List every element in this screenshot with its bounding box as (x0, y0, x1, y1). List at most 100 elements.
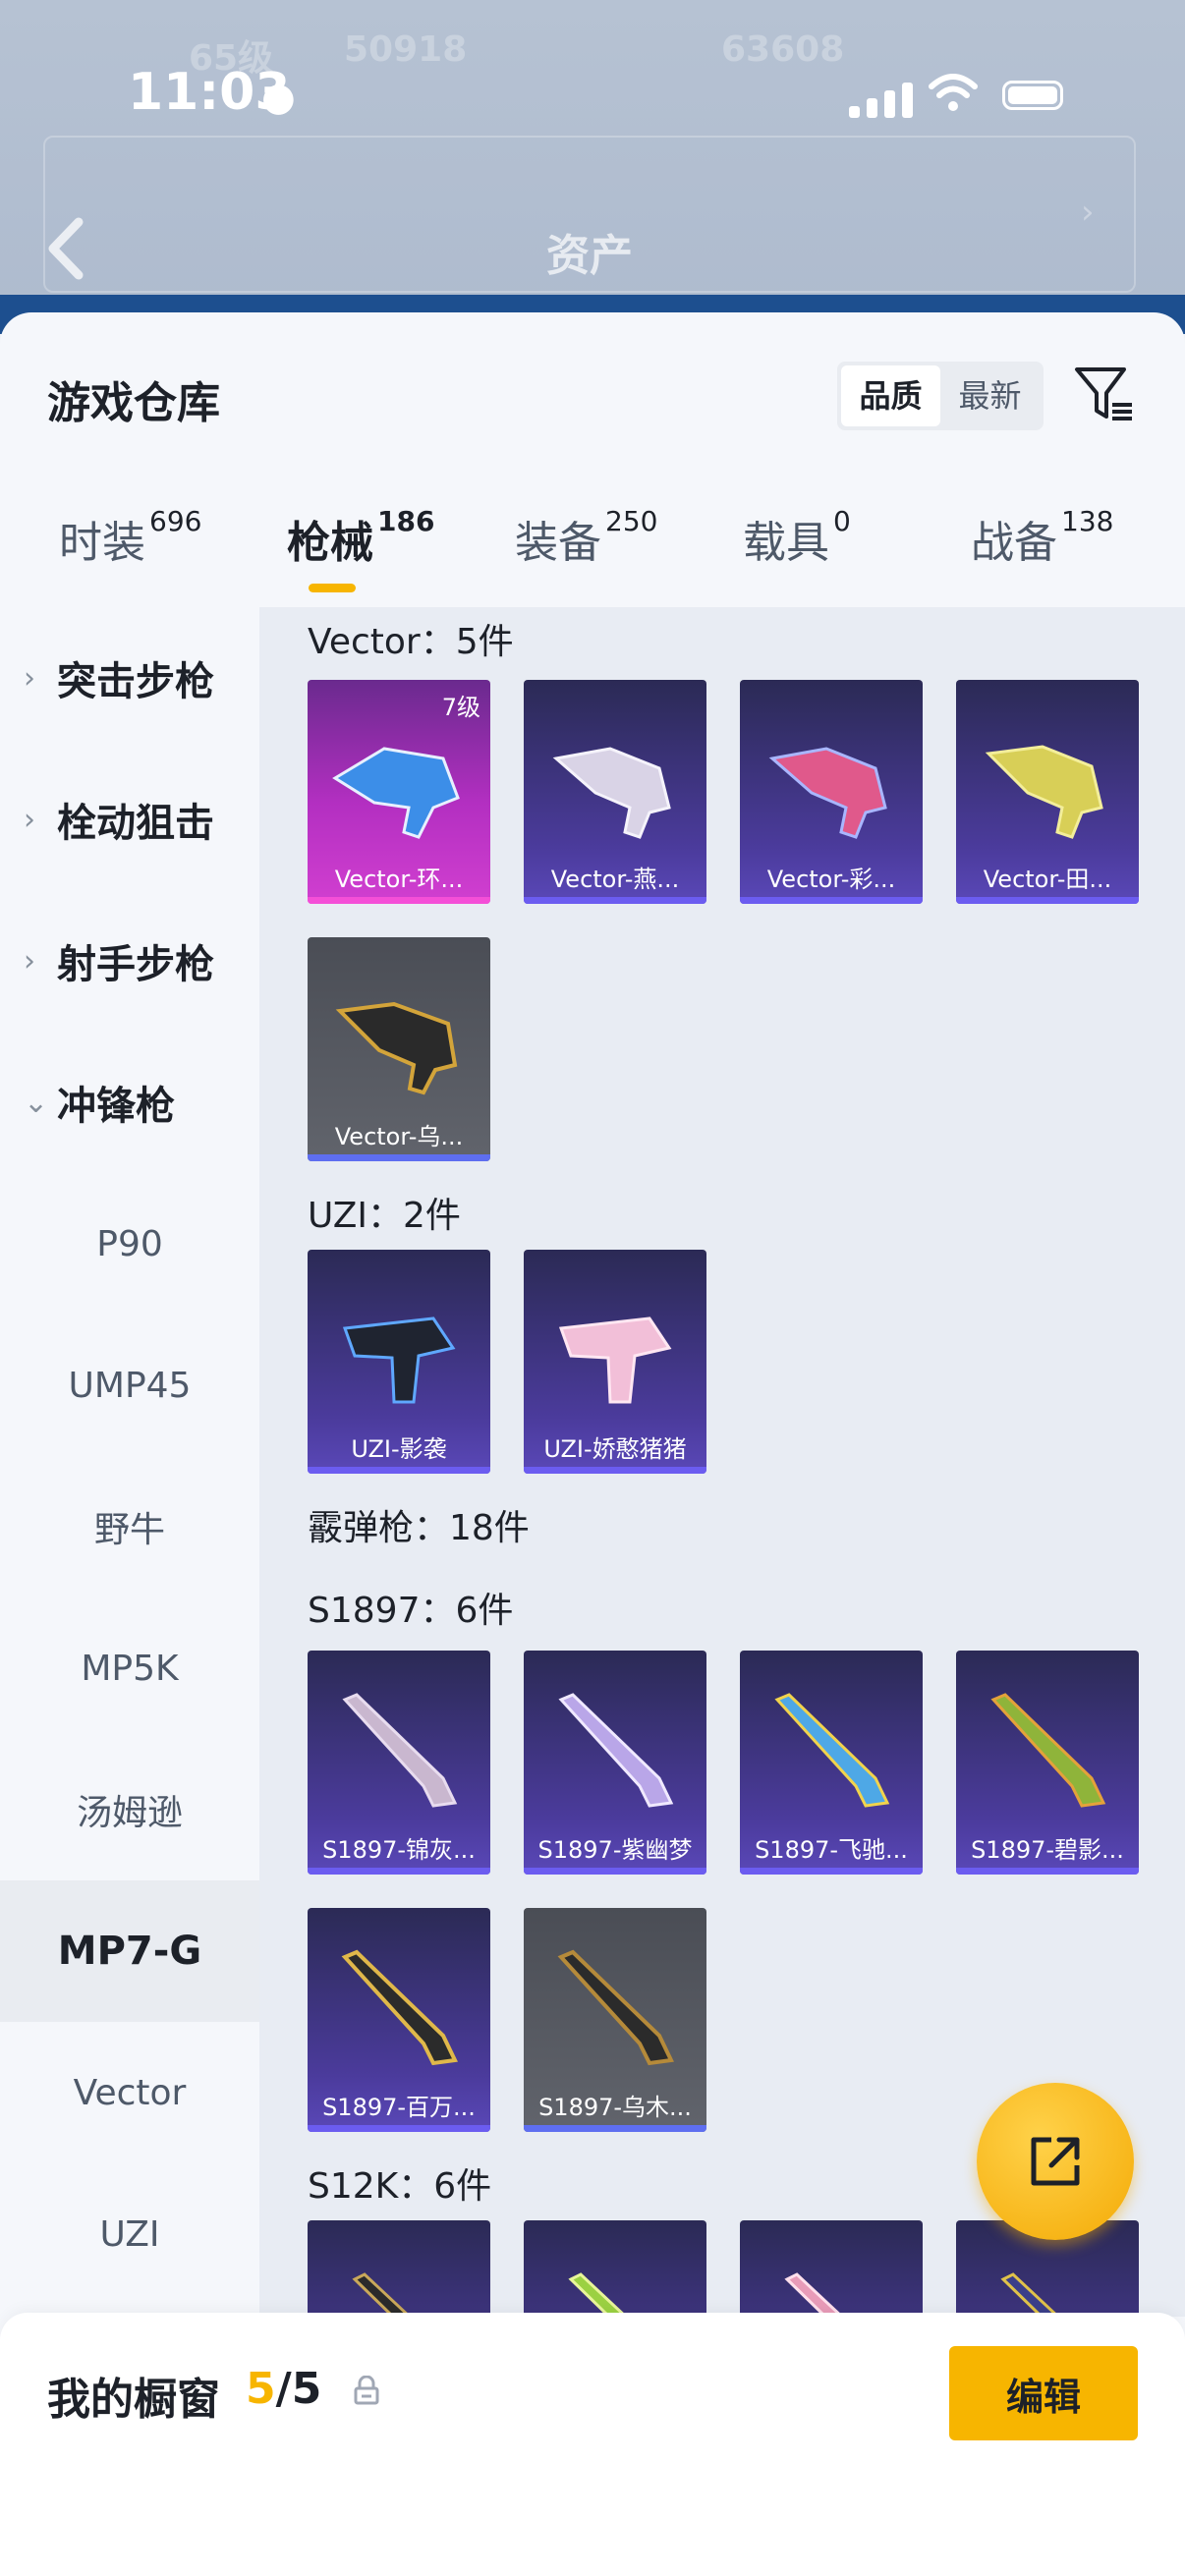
weapon-name: Vector-田... (983, 866, 1112, 893)
section-title-s1897: S1897：6件 (308, 1591, 514, 1631)
gun-icon (557, 1949, 674, 2066)
back-arrow-icon[interactable] (43, 214, 88, 283)
tab-label: 载具 (743, 518, 829, 568)
weapon-name: UZI-影袭 (351, 1435, 447, 1463)
sheet-title: 游戏仓库 (47, 378, 220, 428)
section-title-s12k: S12K：6件 (308, 2166, 492, 2207)
screen: 65级 50918 63608 › 11:03 ● 资产 游戏仓库 品质 最新 (0, 0, 1185, 2576)
showcase-total: /5 (275, 2364, 322, 2414)
rarity-bar (740, 897, 923, 904)
tab-fashion[interactable]: 时装 696 (59, 505, 202, 570)
chevron-right-icon: › (24, 802, 35, 837)
edit-button[interactable]: 编辑 (949, 2346, 1138, 2440)
cellular-signal-icon (849, 83, 913, 118)
weapon-card[interactable]: Vector-乌... (308, 937, 490, 1161)
weapon-card[interactable]: Vector-田... (956, 680, 1139, 904)
weapon-name: Vector-环... (334, 866, 464, 893)
tab-count: 696 (149, 505, 202, 537)
section-title-vector: Vector：5件 (308, 622, 514, 662)
weapon-card[interactable]: S1897-碧影... (956, 1651, 1139, 1875)
sidebar-group-label: 射手步枪 (57, 942, 214, 987)
tab-firearms[interactable]: 枪械 186 (287, 505, 435, 570)
sidebar-item-mp5k[interactable]: MP5K (0, 1597, 259, 1739)
weapon-card[interactable]: S1897-乌木... (524, 1908, 706, 2132)
weapon-card[interactable]: UZI-影袭 (308, 1250, 490, 1474)
weapon-card[interactable]: UZI-娇憨猪猪 (524, 1250, 706, 1474)
rarity-bar (524, 1467, 706, 1474)
tab-count: 250 (605, 505, 658, 537)
showcase-current: 5 (246, 2364, 276, 2414)
tab-label: 时装 (59, 518, 145, 568)
share-button[interactable] (977, 2083, 1134, 2240)
weapon-name: UZI-娇憨猪猪 (543, 1435, 687, 1463)
bg-score-text-right: 63608 (721, 29, 845, 70)
bg-score-text: 50918 (344, 29, 468, 70)
gun-icon (990, 1693, 1106, 1808)
gun-icon (332, 747, 460, 839)
sidebar-group-assault-rifle[interactable]: › 突击步枪 (0, 607, 259, 749)
sidebar-group-bolt-sniper[interactable]: › 栓动狙击 (0, 749, 259, 890)
weapon-name: Vector-彩... (766, 866, 896, 893)
nav-title: 资产 (546, 231, 633, 281)
gun-icon (768, 747, 887, 839)
showcase-bar: 我的橱窗 5/5 编辑 (0, 2313, 1185, 2576)
chevron-down-icon: ⌄ (24, 1085, 49, 1120)
rarity-bar (740, 1868, 923, 1875)
sidebar-group-smg[interactable]: ⌄ 冲锋枪 (0, 1032, 259, 1173)
tab-supplies[interactable]: 战备 138 (971, 505, 1114, 570)
weapon-card[interactable]: S1897-紫幽梦 (524, 1651, 706, 1875)
bg-chevron-right-icon: › (1081, 193, 1095, 232)
tab-equipment[interactable]: 装备 250 (515, 505, 658, 570)
weapon-name: Vector-乌... (334, 1123, 464, 1150)
sort-latest-button[interactable]: 最新 (940, 365, 1040, 426)
sidebar-group-marksman-rifle[interactable]: › 射手步枪 (0, 890, 259, 1032)
showcase-label: 我的橱窗 (47, 2375, 220, 2425)
tab-label: 装备 (515, 518, 601, 568)
section-title-shotgun: 霰弹枪：18件 (308, 1508, 530, 1548)
wifi-icon (929, 74, 978, 111)
chevron-right-icon: › (24, 943, 35, 979)
category-tabs: 时装 696 枪械 186 装备 250 载具 0 战备 138 (0, 505, 1185, 605)
tab-label: 枪械 (287, 518, 373, 568)
tab-count: 186 (377, 505, 435, 537)
background-page: 65级 50918 63608 › 11:03 ● 资产 (0, 0, 1185, 324)
weapon-card[interactable]: Vector-彩... (740, 680, 923, 904)
weapon-name: S1897-乌木... (538, 2094, 692, 2121)
rarity-bar (524, 897, 706, 904)
rarity-bar (956, 1868, 1139, 1875)
weapon-name: S1897-碧影... (971, 1836, 1124, 1864)
sidebar-item-thompson[interactable]: 汤姆逊 (0, 1739, 259, 1880)
chevron-right-icon: › (24, 660, 35, 696)
rarity-bar (956, 897, 1139, 904)
weapon-card[interactable]: S1897-飞驰... (740, 1651, 923, 1875)
weapon-card[interactable]: 7级 Vector-环... (308, 680, 490, 904)
rarity-bar (308, 897, 490, 904)
tab-label: 战备 (971, 518, 1057, 568)
gun-icon (341, 1949, 458, 2066)
weapon-card[interactable]: S1897-锦灰... (308, 1651, 490, 1875)
sidebar-group-label: 冲锋枪 (57, 1084, 175, 1129)
sort-quality-button[interactable]: 品质 (841, 365, 940, 426)
tab-count: 138 (1061, 505, 1114, 537)
warehouse-sheet: 游戏仓库 品质 最新 时装 696 枪械 186 装备 250 载具 0 战备 138 ›… (0, 312, 1185, 2576)
showcase-count: 5/5 (246, 2364, 321, 2414)
sidebar-item-vector[interactable]: Vector (0, 2022, 259, 2163)
sidebar-item-bizon[interactable]: 野牛 (0, 1456, 259, 1597)
gun-icon (335, 1001, 458, 1095)
rarity-bar (308, 2125, 490, 2132)
sidebar-item-mp7g[interactable]: MP7-G (0, 1880, 259, 2022)
tab-vehicles[interactable]: 载具 0 (743, 505, 851, 570)
weapon-category-sidebar: › 突击步枪 › 栓动狙击 › 射手步枪 ⌄ 冲锋枪 P90 UMP45 野牛 MP5K… (0, 607, 259, 2317)
sidebar-item-ump45[interactable]: UMP45 (0, 1315, 259, 1456)
sidebar-item-uzi[interactable]: UZI (0, 2163, 259, 2305)
weapon-card[interactable]: Vector-燕... (524, 680, 706, 904)
sidebar-item-p90[interactable]: P90 (0, 1173, 259, 1315)
share-icon (1031, 2137, 1080, 2186)
sidebar-group-label: 突击步枪 (57, 659, 214, 704)
active-tab-indicator (309, 584, 356, 592)
lock-icon (354, 2376, 379, 2405)
gun-icon (342, 1316, 456, 1404)
weapon-card[interactable]: S1897-百万... (308, 1908, 490, 2132)
weapon-name: S1897-飞驰... (755, 1836, 908, 1864)
filter-icon[interactable] (1071, 362, 1136, 426)
